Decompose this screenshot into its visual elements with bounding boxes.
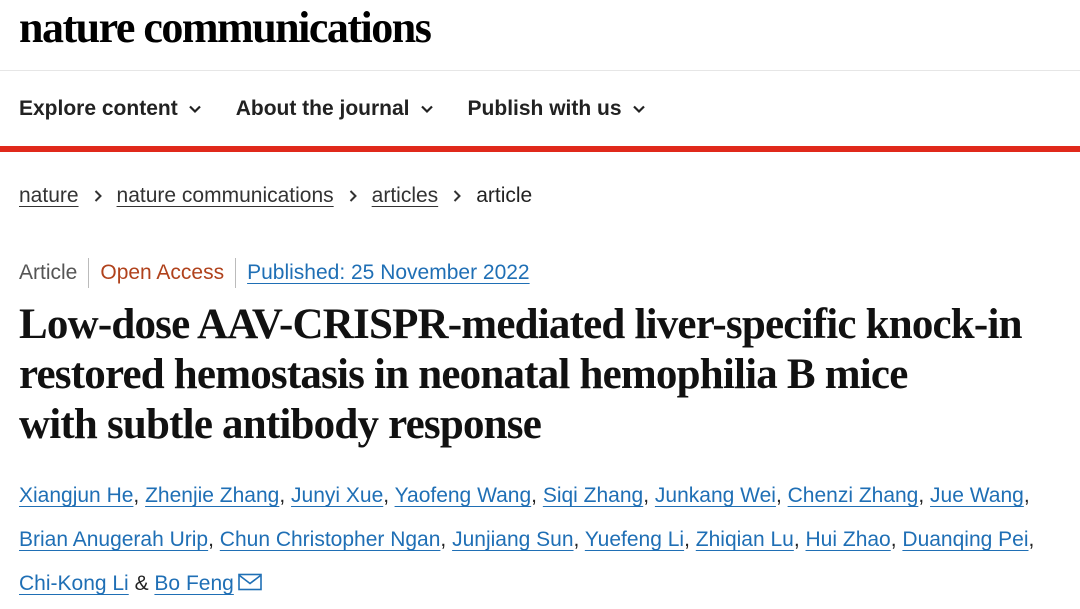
main-nav: Explore content About the journal Publis…: [19, 88, 646, 130]
author-link[interactable]: Yaofeng Wang: [395, 484, 532, 507]
author-separator: ,: [573, 528, 585, 551]
open-access-label: Open Access: [100, 261, 225, 284]
breadcrumb-articles[interactable]: articles: [372, 184, 439, 208]
breadcrumb-nature-communications[interactable]: nature communications: [117, 184, 334, 208]
author-separator: ,: [918, 484, 931, 507]
breadcrumb: nature nature communications articles ar…: [19, 180, 532, 212]
author-link[interactable]: Yuefeng Li: [585, 528, 684, 551]
author-link[interactable]: Chun Christopher Ngan: [220, 528, 441, 551]
meta-divider: [88, 258, 90, 288]
author-separator: ,: [279, 484, 292, 507]
author-link[interactable]: Brian Anugerah Urip: [19, 528, 208, 551]
author-separator: &: [128, 572, 155, 595]
title-line: Low-dose AAV-CRISPR-mediated liver-speci…: [19, 301, 1023, 348]
author-separator: ,: [1028, 528, 1035, 551]
article-title: Low-dose AAV-CRISPR-mediated liver-speci…: [19, 300, 1069, 450]
author-link[interactable]: Chenzi Zhang: [788, 484, 919, 507]
title-line: restored hemostasis in neonatal hemophil…: [19, 351, 908, 398]
author-link[interactable]: Xiangjun He: [19, 484, 133, 507]
author-separator: ,: [793, 528, 806, 551]
author-link[interactable]: Duanqing Pei: [902, 528, 1028, 551]
breadcrumb-nature[interactable]: nature: [19, 184, 79, 208]
chevron-right-icon: [438, 184, 476, 208]
accent-bar: [0, 146, 1080, 152]
author-separator: ,: [383, 484, 395, 507]
author-link[interactable]: Zhenjie Zhang: [145, 484, 279, 507]
chevron-down-icon: [420, 105, 433, 114]
chevron-right-icon: [79, 184, 117, 208]
author-link[interactable]: Hui Zhao: [806, 528, 891, 551]
chevron-right-icon: [334, 184, 372, 208]
author-separator: ,: [1023, 484, 1030, 507]
meta-divider: [235, 258, 237, 288]
author-list: Xiangjun He, Zhenjie Zhang, Junyi Xue, Y…: [19, 474, 1059, 606]
author-link[interactable]: Junjiang Sun: [452, 528, 573, 551]
article-meta: Article Open Access Published: 25 Novemb…: [19, 257, 530, 289]
author-link[interactable]: Zhiqian Lu: [696, 528, 794, 551]
author-link[interactable]: Siqi Zhang: [543, 484, 643, 507]
header-divider: [0, 70, 1080, 71]
author-separator: ,: [890, 528, 903, 551]
breadcrumb-current: article: [476, 184, 533, 207]
author-link[interactable]: Junyi Xue: [291, 484, 383, 507]
author-link[interactable]: Junkang Wei: [655, 484, 776, 507]
title-line: with subtle antibody response: [19, 401, 542, 448]
nav-label: Publish with us: [467, 97, 622, 120]
author-link[interactable]: Chi-Kong Li: [19, 572, 129, 595]
author-link[interactable]: Jue Wang: [930, 484, 1024, 507]
nav-about-journal[interactable]: About the journal: [236, 97, 434, 121]
author-link[interactable]: Bo Feng: [154, 572, 233, 595]
article-type: Article: [19, 261, 78, 284]
nav-label: About the journal: [235, 97, 410, 120]
chevron-down-icon: [632, 105, 645, 114]
nav-label: Explore content: [19, 97, 178, 120]
author-separator: ,: [684, 528, 696, 551]
nav-publish-with-us[interactable]: Publish with us: [468, 97, 646, 121]
author-separator: ,: [208, 528, 220, 551]
published-date-link[interactable]: Published: 25 November 2022: [247, 261, 530, 285]
author-separator: ,: [531, 484, 543, 507]
author-separator: ,: [643, 484, 655, 507]
mail-icon[interactable]: [238, 573, 262, 591]
author-separator: ,: [133, 484, 146, 507]
journal-logo[interactable]: nature communications: [19, 4, 432, 52]
chevron-down-icon: [188, 105, 201, 114]
author-separator: ,: [440, 528, 453, 551]
author-separator: ,: [775, 484, 788, 507]
nav-explore-content[interactable]: Explore content: [19, 97, 202, 121]
